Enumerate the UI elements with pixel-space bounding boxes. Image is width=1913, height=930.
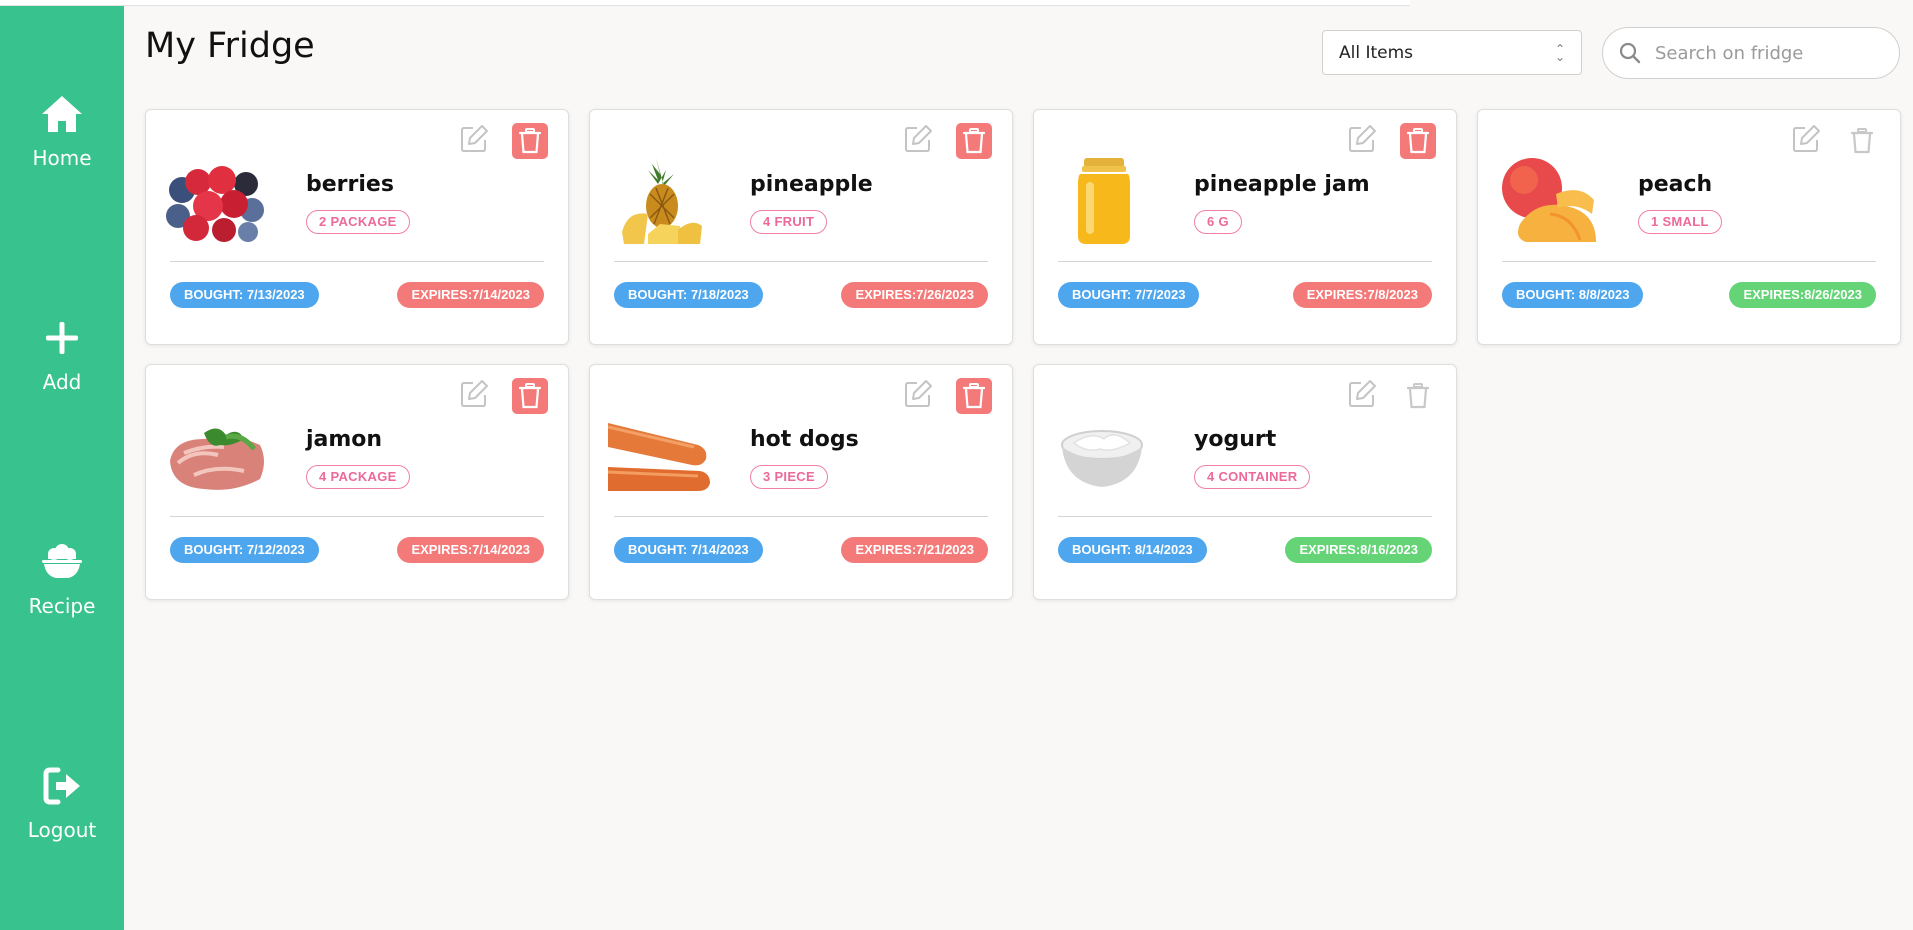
edit-icon[interactable] xyxy=(458,378,490,410)
quantity-badge: 4 FRUIT xyxy=(750,210,828,234)
delete-button[interactable] xyxy=(1844,123,1880,159)
filter-select[interactable]: All Items ⌃ ⌄ xyxy=(1322,30,1582,75)
quantity-badge: 4 PACKAGE xyxy=(306,465,410,489)
page-title: My Fridge xyxy=(145,26,315,66)
item-name: berries xyxy=(306,172,394,197)
item-name: pineapple jam xyxy=(1194,172,1370,197)
sidebar-item-label: Logout xyxy=(27,818,97,842)
chevron-updown-icon: ⌃ ⌄ xyxy=(1554,41,1565,64)
filter-selected-value: All Items xyxy=(1339,42,1414,63)
bought-badge: BOUGHT: 8/8/2023 xyxy=(1502,282,1644,308)
sidebar-item-logout[interactable]: Logout xyxy=(0,762,124,842)
card-divider xyxy=(1058,516,1432,517)
delete-button[interactable] xyxy=(512,378,548,414)
edit-icon[interactable] xyxy=(1790,123,1822,155)
edit-icon[interactable] xyxy=(902,123,934,155)
card-divider xyxy=(614,516,988,517)
edit-icon[interactable] xyxy=(1346,378,1378,410)
sidebar-item-label: Home xyxy=(32,146,92,170)
search-icon xyxy=(1619,42,1641,64)
card-divider xyxy=(170,261,544,262)
item-card-yogurt: yogurt 4 CONTAINER BOUGHT: 8/14/2023 EXP… xyxy=(1033,364,1457,600)
card-divider xyxy=(170,516,544,517)
card-divider xyxy=(1502,261,1876,262)
bought-badge: BOUGHT: 7/12/2023 xyxy=(170,537,319,563)
delete-button[interactable] xyxy=(1400,378,1436,414)
search-box xyxy=(1602,27,1900,79)
trash-icon xyxy=(519,128,541,154)
card-divider xyxy=(1058,261,1432,262)
expires-badge: EXPIRES:8/26/2023 xyxy=(1729,282,1876,308)
hot-dogs-image xyxy=(608,423,710,491)
jamon-image xyxy=(170,428,264,490)
expires-badge: EXPIRES:7/8/2023 xyxy=(1292,282,1432,308)
sidebar: Home Add Recipe Logout xyxy=(0,6,124,930)
expires-badge: EXPIRES:7/14/2023 xyxy=(397,537,544,563)
bought-badge: BOUGHT: 8/14/2023 xyxy=(1058,537,1207,563)
expires-badge: EXPIRES:7/14/2023 xyxy=(397,282,544,308)
expires-badge: EXPIRES:8/16/2023 xyxy=(1285,537,1432,563)
logout-icon xyxy=(43,767,80,805)
bought-badge: BOUGHT: 7/14/2023 xyxy=(614,537,763,563)
sidebar-item-home[interactable]: Home xyxy=(0,90,124,170)
pineapple-image xyxy=(622,158,702,244)
quantity-badge: 1 SMALL xyxy=(1638,210,1722,234)
expires-badge: EXPIRES:7/21/2023 xyxy=(841,537,988,563)
bowl-icon xyxy=(42,544,82,578)
item-card-hot-dogs: hot dogs 3 PIECE BOUGHT: 7/14/2023 EXPIR… xyxy=(589,364,1013,600)
top-border xyxy=(0,0,1410,6)
trash-icon xyxy=(1851,128,1873,154)
trash-icon xyxy=(519,383,541,409)
trash-icon xyxy=(1407,383,1429,409)
yogurt-image xyxy=(1061,430,1143,487)
quantity-badge: 3 PIECE xyxy=(750,465,828,489)
berries-image xyxy=(166,166,264,242)
item-name: jamon xyxy=(306,427,383,452)
item-name: peach xyxy=(1638,172,1713,197)
quantity-badge: 2 PACKAGE xyxy=(306,210,410,234)
trash-icon xyxy=(1407,128,1429,154)
item-card-berries: berries 2 PACKAGE BOUGHT: 7/13/2023 EXPI… xyxy=(145,109,569,345)
delete-button[interactable] xyxy=(956,123,992,159)
bought-badge: BOUGHT: 7/7/2023 xyxy=(1058,282,1200,308)
sidebar-item-label: Recipe xyxy=(28,594,96,618)
edit-icon[interactable] xyxy=(902,378,934,410)
trash-icon xyxy=(963,383,985,409)
item-name: yogurt xyxy=(1194,427,1277,452)
jam-jar-image xyxy=(1078,158,1130,244)
bought-badge: BOUGHT: 7/18/2023 xyxy=(614,282,763,308)
edit-icon[interactable] xyxy=(1346,123,1378,155)
home-icon xyxy=(42,96,82,132)
item-name: hot dogs xyxy=(750,427,859,452)
quantity-badge: 6 G xyxy=(1194,210,1242,234)
sidebar-item-add[interactable]: Add xyxy=(0,314,124,394)
sidebar-item-recipe[interactable]: Recipe xyxy=(0,538,124,618)
delete-button[interactable] xyxy=(512,123,548,159)
item-card-pineapple: pineapple 4 FRUIT BOUGHT: 7/18/2023 EXPI… xyxy=(589,109,1013,345)
plus-icon xyxy=(46,322,78,354)
edit-icon[interactable] xyxy=(458,123,490,155)
item-card-peach: peach 1 SMALL BOUGHT: 8/8/2023 EXPIRES:8… xyxy=(1477,109,1901,345)
bought-badge: BOUGHT: 7/13/2023 xyxy=(170,282,319,308)
delete-button[interactable] xyxy=(1400,123,1436,159)
item-name: pineapple xyxy=(750,172,873,197)
trash-icon xyxy=(963,128,985,154)
search-input[interactable] xyxy=(1655,42,1875,64)
card-divider xyxy=(614,261,988,262)
item-card-pineapple-jam: pineapple jam 6 G BOUGHT: 7/7/2023 EXPIR… xyxy=(1033,109,1457,345)
sidebar-item-label: Add xyxy=(42,370,82,394)
item-card-jamon: jamon 4 PACKAGE BOUGHT: 7/12/2023 EXPIRE… xyxy=(145,364,569,600)
delete-button[interactable] xyxy=(956,378,992,414)
quantity-badge: 4 CONTAINER xyxy=(1194,465,1311,489)
expires-badge: EXPIRES:7/26/2023 xyxy=(841,282,988,308)
peach-image xyxy=(1502,158,1596,242)
